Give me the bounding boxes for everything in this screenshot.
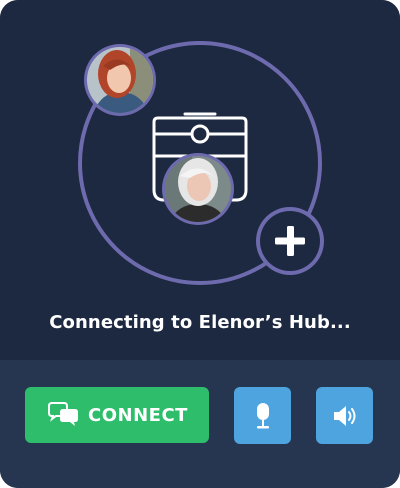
hub-illustration [78, 41, 324, 285]
illustration-area: Connecting to Elenor’s Hub... [0, 0, 400, 360]
add-device-button[interactable] [256, 207, 324, 275]
connection-card: Connecting to Elenor’s Hub... CONNECT [0, 0, 400, 488]
connect-button[interactable]: CONNECT [25, 387, 209, 443]
chat-bubbles-icon [48, 402, 79, 426]
speaker-button[interactable] [316, 387, 373, 444]
microphone-icon [256, 402, 269, 428]
speaker-icon [333, 405, 355, 426]
microphone-button[interactable] [234, 387, 291, 444]
connect-button-label: CONNECT [88, 404, 188, 426]
connection-status-text: Connecting to Elenor’s Hub... [49, 312, 351, 333]
avatar-elderly-woman [162, 153, 234, 225]
